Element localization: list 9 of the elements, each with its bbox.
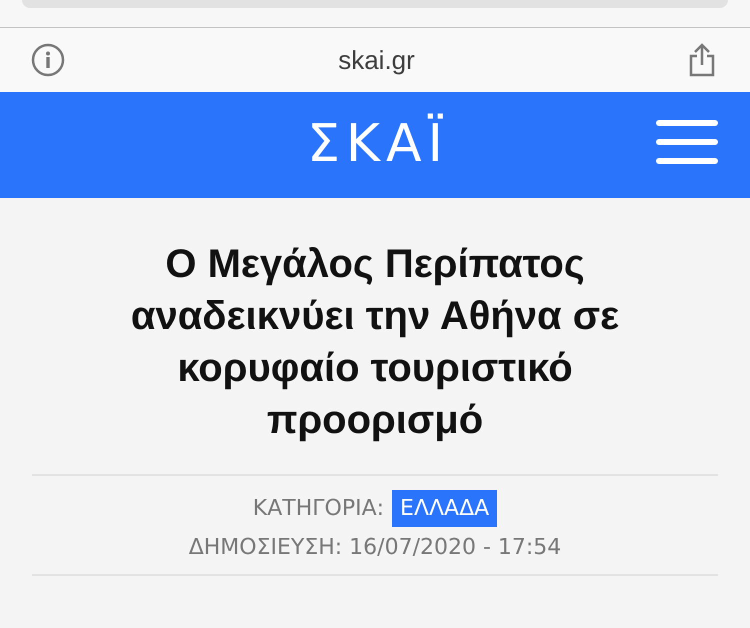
- url-text[interactable]: skai.gr: [338, 44, 415, 76]
- info-icon[interactable]: [31, 43, 65, 77]
- share-icon[interactable]: [688, 43, 716, 77]
- article-title: Ο Μεγάλος Περίπατος αναδεικνύει την Αθήνα σε κορυφαίο τουριστικό προορισμό: [32, 238, 718, 476]
- category-link[interactable]: ΕΛΛΑΔΑ: [392, 490, 498, 527]
- menu-icon[interactable]: [656, 120, 718, 164]
- publish-date: ΔΗΜΟΣΙΕΥΣΗ: 16/07/2020 - 17:54: [188, 535, 562, 560]
- site-logo[interactable]: ΣΚΑΪ: [301, 111, 449, 179]
- category-label: ΚΑΤΗΓΟΡΙΑ:: [252, 496, 384, 521]
